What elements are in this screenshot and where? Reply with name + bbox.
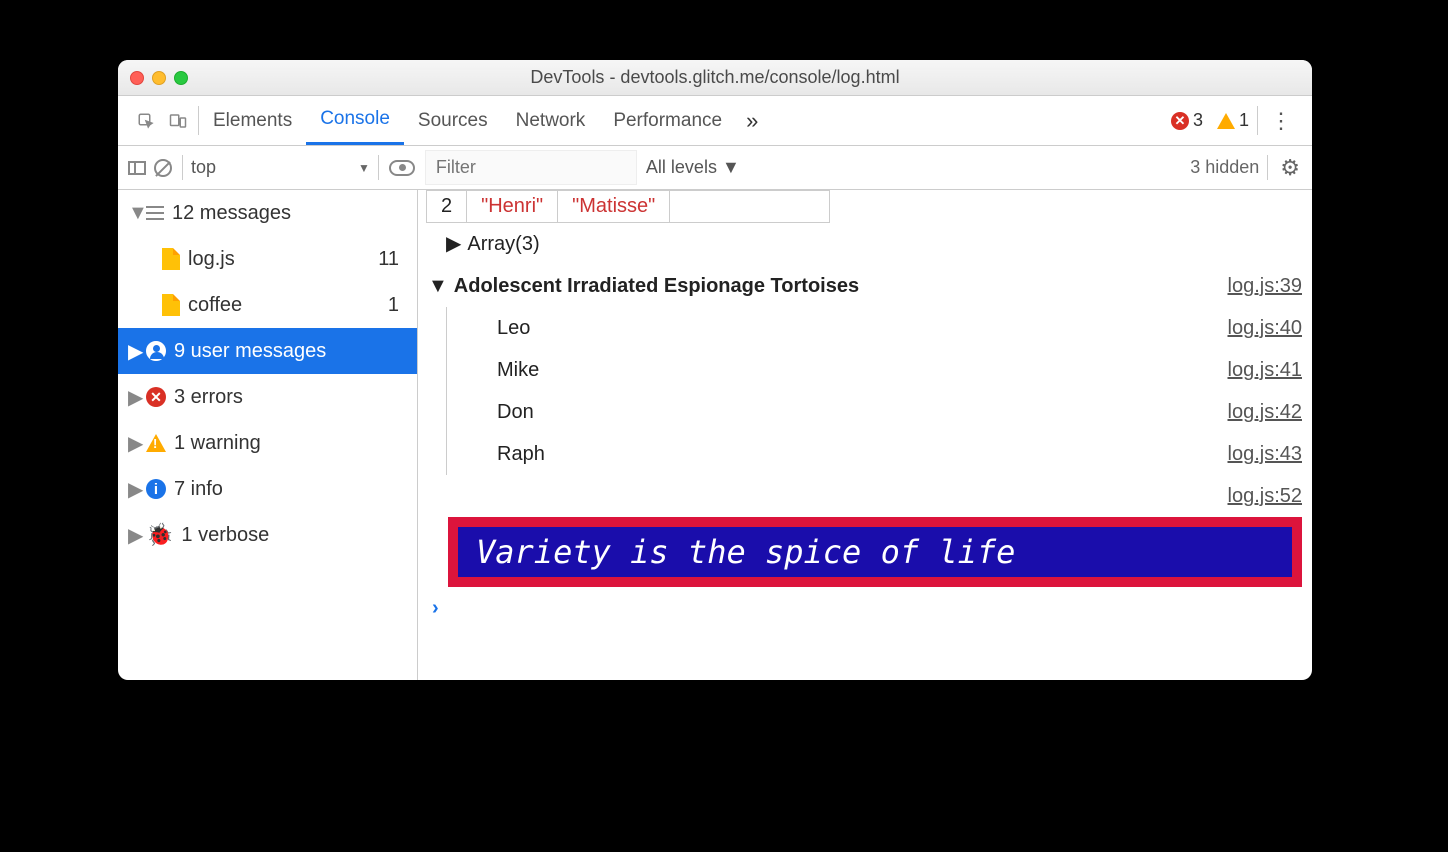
error-count[interactable]: 3	[1193, 110, 1203, 131]
user-icon	[146, 341, 166, 361]
caret-icon: ▶	[446, 227, 461, 261]
titlebar: DevTools - devtools.glitch.me/console/lo…	[118, 60, 1312, 96]
console-prompt[interactable]: ›	[418, 587, 1312, 630]
context-selector[interactable]: top ▼	[183, 146, 378, 189]
table-cell: "Matisse"	[558, 191, 670, 223]
clear-console-icon[interactable]	[154, 159, 172, 177]
console-table[interactable]: 2 "Henri" "Matisse"	[426, 190, 830, 223]
file-icon	[162, 294, 180, 316]
source-link[interactable]: log.js:40	[1228, 311, 1303, 345]
sidebar-item-label: coffee	[188, 294, 242, 317]
console-sidebar: ▼ 12 messages log.js 11 coffee 1 ▶ 9 use…	[118, 190, 418, 680]
hidden-count[interactable]: 3 hidden	[1190, 157, 1267, 178]
error-icon[interactable]: ✕	[1171, 112, 1189, 130]
sidebar-item-messages[interactable]: ▼ 12 messages	[118, 190, 417, 236]
minimize-icon[interactable]	[152, 71, 166, 85]
warning-count[interactable]: 1	[1239, 110, 1249, 131]
tab-strip: Elements Console Sources Network Perform…	[118, 96, 1312, 146]
close-icon[interactable]	[130, 71, 144, 85]
kebab-menu-icon[interactable]: ⋮	[1258, 96, 1304, 145]
table-cell-index: 2	[427, 191, 467, 223]
file-icon	[162, 248, 180, 270]
tab-sources[interactable]: Sources	[404, 96, 502, 145]
log-text: Mike	[497, 353, 539, 387]
zoom-icon[interactable]	[174, 71, 188, 85]
inspect-icon[interactable]	[136, 112, 156, 130]
log-text: Don	[497, 395, 534, 429]
tab-console[interactable]: Console	[306, 96, 404, 145]
live-expression-icon[interactable]	[389, 160, 415, 176]
sidebar-item-label: 9 user messages	[174, 340, 326, 363]
table-cell: "Henri"	[467, 191, 558, 223]
toggle-sidebar-icon[interactable]	[128, 161, 146, 175]
sidebar-item-label: 1 warning	[174, 432, 261, 455]
source-link[interactable]: log.js:42	[1228, 395, 1303, 429]
console-log-entry[interactable]: Raph log.js:43	[446, 433, 1312, 475]
sidebar-item-count: 1	[388, 294, 407, 317]
warning-icon[interactable]	[1217, 113, 1235, 129]
sidebar-item-user-messages[interactable]: ▶ 9 user messages	[118, 328, 417, 374]
table-row: 2 "Henri" "Matisse"	[427, 191, 830, 223]
chevron-down-icon: ▼	[358, 161, 370, 175]
device-icon[interactable]	[168, 112, 188, 130]
console-log-entry[interactable]: Mike log.js:41	[446, 349, 1312, 391]
sidebar-item-count: 11	[378, 248, 407, 271]
source-link[interactable]: log.js:52	[1228, 479, 1303, 513]
sidebar-item-label: 1 verbose	[181, 524, 269, 547]
console-output: 2 "Henri" "Matisse" ▶ Array(3) ▼ Adolesc…	[418, 190, 1312, 680]
warning-icon	[146, 434, 166, 452]
filter-input[interactable]	[426, 151, 636, 184]
console-log-entry[interactable]: Don log.js:42	[446, 391, 1312, 433]
sidebar-item-label: 3 errors	[174, 386, 243, 409]
window-title: DevTools - devtools.glitch.me/console/lo…	[118, 67, 1312, 88]
styled-log: Variety is the spice of life	[448, 517, 1302, 587]
sidebar-item-warnings[interactable]: ▶ 1 warning	[118, 420, 417, 466]
error-icon: ✕	[146, 387, 166, 407]
console-log-entry[interactable]: Leo log.js:40	[446, 307, 1312, 349]
levels-selector[interactable]: All levels ▼	[636, 146, 750, 189]
source-link[interactable]: log.js:39	[1228, 269, 1303, 303]
sidebar-item-label: 7 info	[174, 478, 223, 501]
console-object[interactable]: ▶ Array(3)	[418, 223, 1312, 265]
bug-icon: 🐞	[146, 522, 173, 548]
tabs-overflow-button[interactable]: »	[736, 96, 768, 145]
sidebar-item-verbose[interactable]: ▶ 🐞 1 verbose	[118, 512, 417, 558]
devtools-window: DevTools - devtools.glitch.me/console/lo…	[118, 60, 1312, 680]
tab-performance[interactable]: Performance	[599, 96, 736, 145]
sidebar-item-errors[interactable]: ▶ ✕ 3 errors	[118, 374, 417, 420]
console-group-header[interactable]: ▼ Adolescent Irradiated Espionage Tortoi…	[418, 265, 1312, 307]
sidebar-item-label: 12 messages	[172, 202, 291, 225]
object-label: Array(3)	[467, 227, 539, 261]
sidebar-item-file-coffee[interactable]: coffee 1	[118, 282, 417, 328]
table-cell-empty	[670, 191, 830, 223]
caret-icon: ▼	[428, 269, 448, 303]
sidebar-item-file-logjs[interactable]: log.js 11	[118, 236, 417, 282]
sidebar-item-label: log.js	[188, 248, 235, 271]
gear-icon[interactable]: ⚙	[1268, 155, 1312, 181]
tab-network[interactable]: Network	[502, 96, 600, 145]
console-log-entry[interactable]: log.js:52	[418, 475, 1312, 517]
console-filter-bar: top ▼ All levels ▼ 3 hidden ⚙	[118, 146, 1312, 190]
source-link[interactable]: log.js:41	[1228, 353, 1303, 387]
source-link[interactable]: log.js:43	[1228, 437, 1303, 471]
context-label: top	[191, 157, 216, 178]
group-title: Adolescent Irradiated Espionage Tortoise…	[454, 269, 859, 303]
info-icon: i	[146, 479, 166, 499]
list-icon	[146, 206, 164, 220]
tab-elements[interactable]: Elements	[199, 96, 306, 145]
log-text: Raph	[497, 437, 545, 471]
log-text: Leo	[497, 311, 530, 345]
sidebar-item-info[interactable]: ▶ i 7 info	[118, 466, 417, 512]
